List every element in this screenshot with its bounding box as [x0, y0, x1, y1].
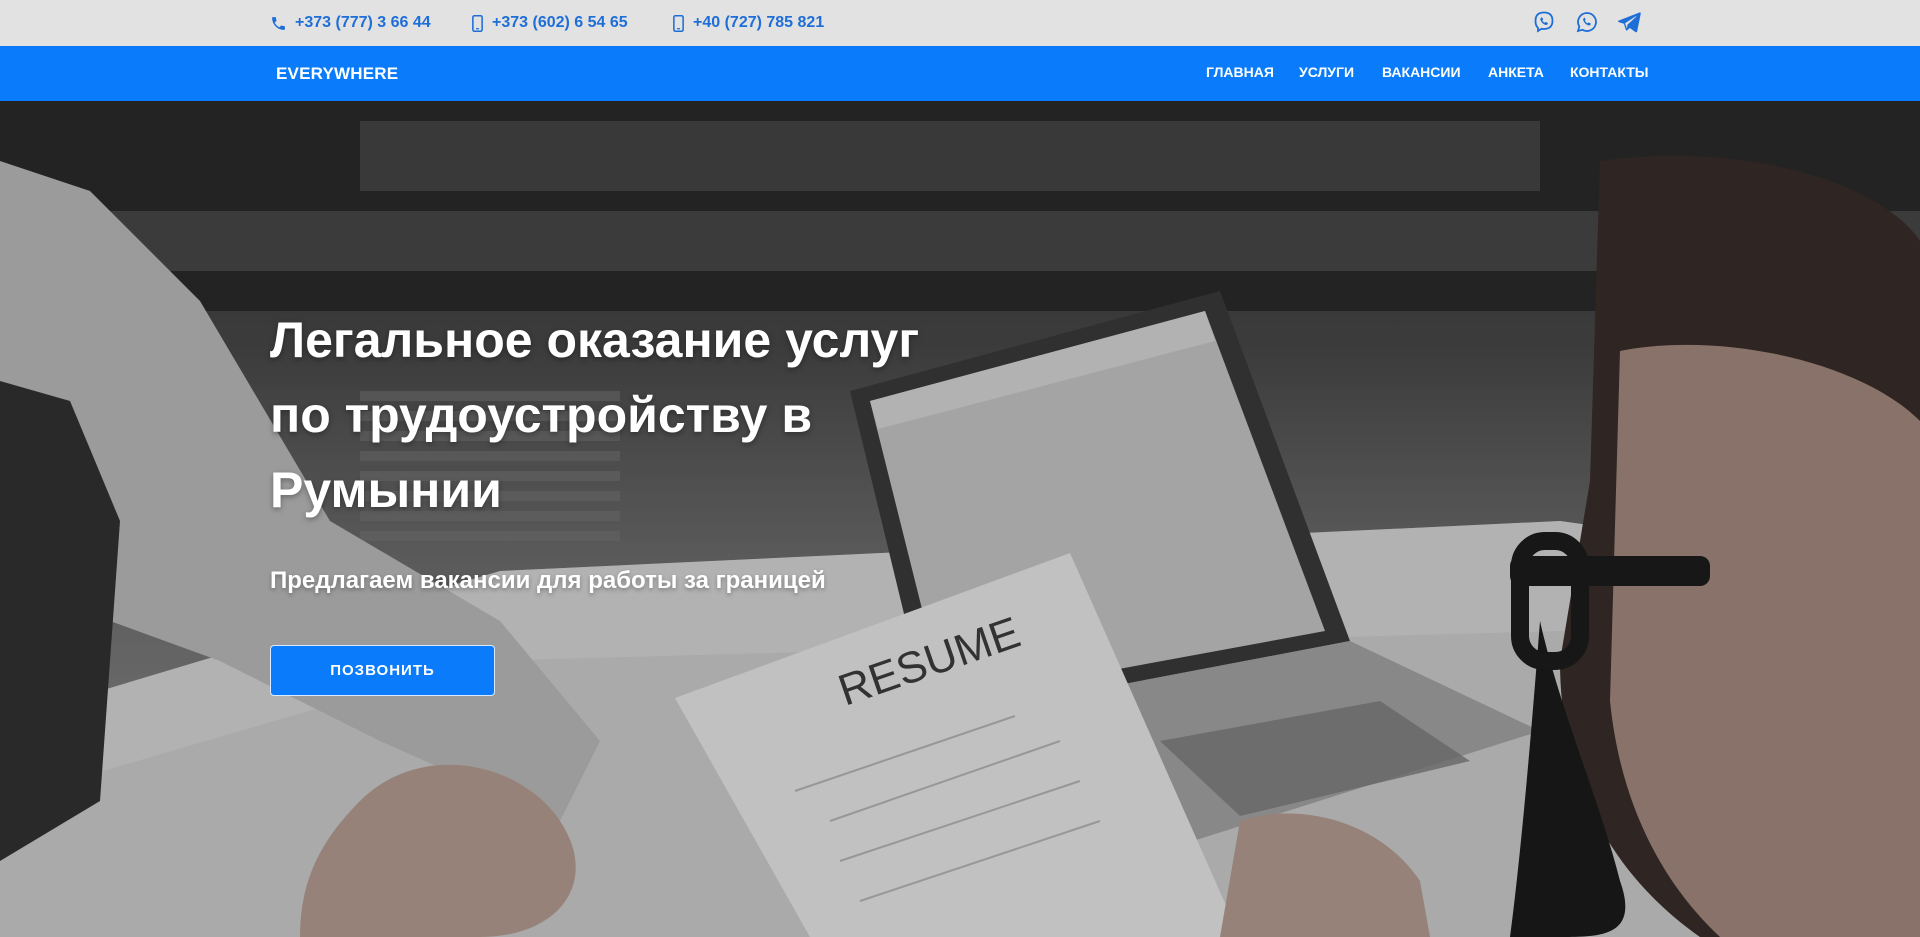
mobile-icon	[672, 14, 685, 32]
contact-phone-number: +373 (777) 3 66 44	[295, 14, 431, 31]
viber-icon	[1532, 10, 1556, 34]
phone-icon	[270, 15, 287, 32]
nav-item-application-form[interactable]: АНКЕТА	[1488, 46, 1544, 101]
contact-phone-3[interactable]: +40 (727) 785 821	[672, 0, 824, 46]
telegram-link[interactable]	[1617, 0, 1641, 44]
mobile-icon	[471, 14, 484, 32]
top-contact-bar: +373 (777) 3 66 44 +373 (602) 6 54 65 +4…	[0, 0, 1920, 46]
nav-item-home[interactable]: ГЛАВНАЯ	[1206, 46, 1274, 101]
whatsapp-icon	[1575, 10, 1599, 34]
contact-phone-1[interactable]: +373 (777) 3 66 44	[270, 0, 431, 46]
hero-title-line: по трудоустройству в	[270, 387, 813, 443]
telegram-icon	[1617, 11, 1641, 33]
nav-item-contacts[interactable]: КОНТАКТЫ	[1570, 46, 1648, 101]
main-navbar: EVERYWHERE ГЛАВНАЯ УСЛУГИ ВАКАНСИИ АНКЕТ…	[0, 46, 1920, 101]
contact-phone-number: +373 (602) 6 54 65	[492, 14, 628, 31]
nav-item-vacancies[interactable]: ВАКАНСИИ	[1382, 46, 1461, 101]
viber-link[interactable]	[1532, 0, 1556, 44]
contact-phone-number: +40 (727) 785 821	[693, 14, 825, 31]
brand-logo[interactable]: EVERYWHERE	[276, 46, 398, 101]
contact-phone-2[interactable]: +373 (602) 6 54 65	[471, 0, 628, 46]
hero-title-line: Легальное оказание услуг	[270, 312, 920, 368]
call-button[interactable]: ПОЗВОНИТЬ	[270, 645, 495, 696]
hero-title: Легальное оказание услуг по трудоустройс…	[270, 303, 1030, 528]
hero-section: RESUME Легальное оказание услуг по трудо…	[0, 101, 1920, 937]
nav-item-services[interactable]: УСЛУГИ	[1299, 46, 1354, 101]
hero-title-line: Румынии	[270, 462, 502, 518]
whatsapp-link[interactable]	[1575, 0, 1599, 44]
hero-subtitle: Предлагаем вакансии для работы за границ…	[270, 567, 826, 594]
